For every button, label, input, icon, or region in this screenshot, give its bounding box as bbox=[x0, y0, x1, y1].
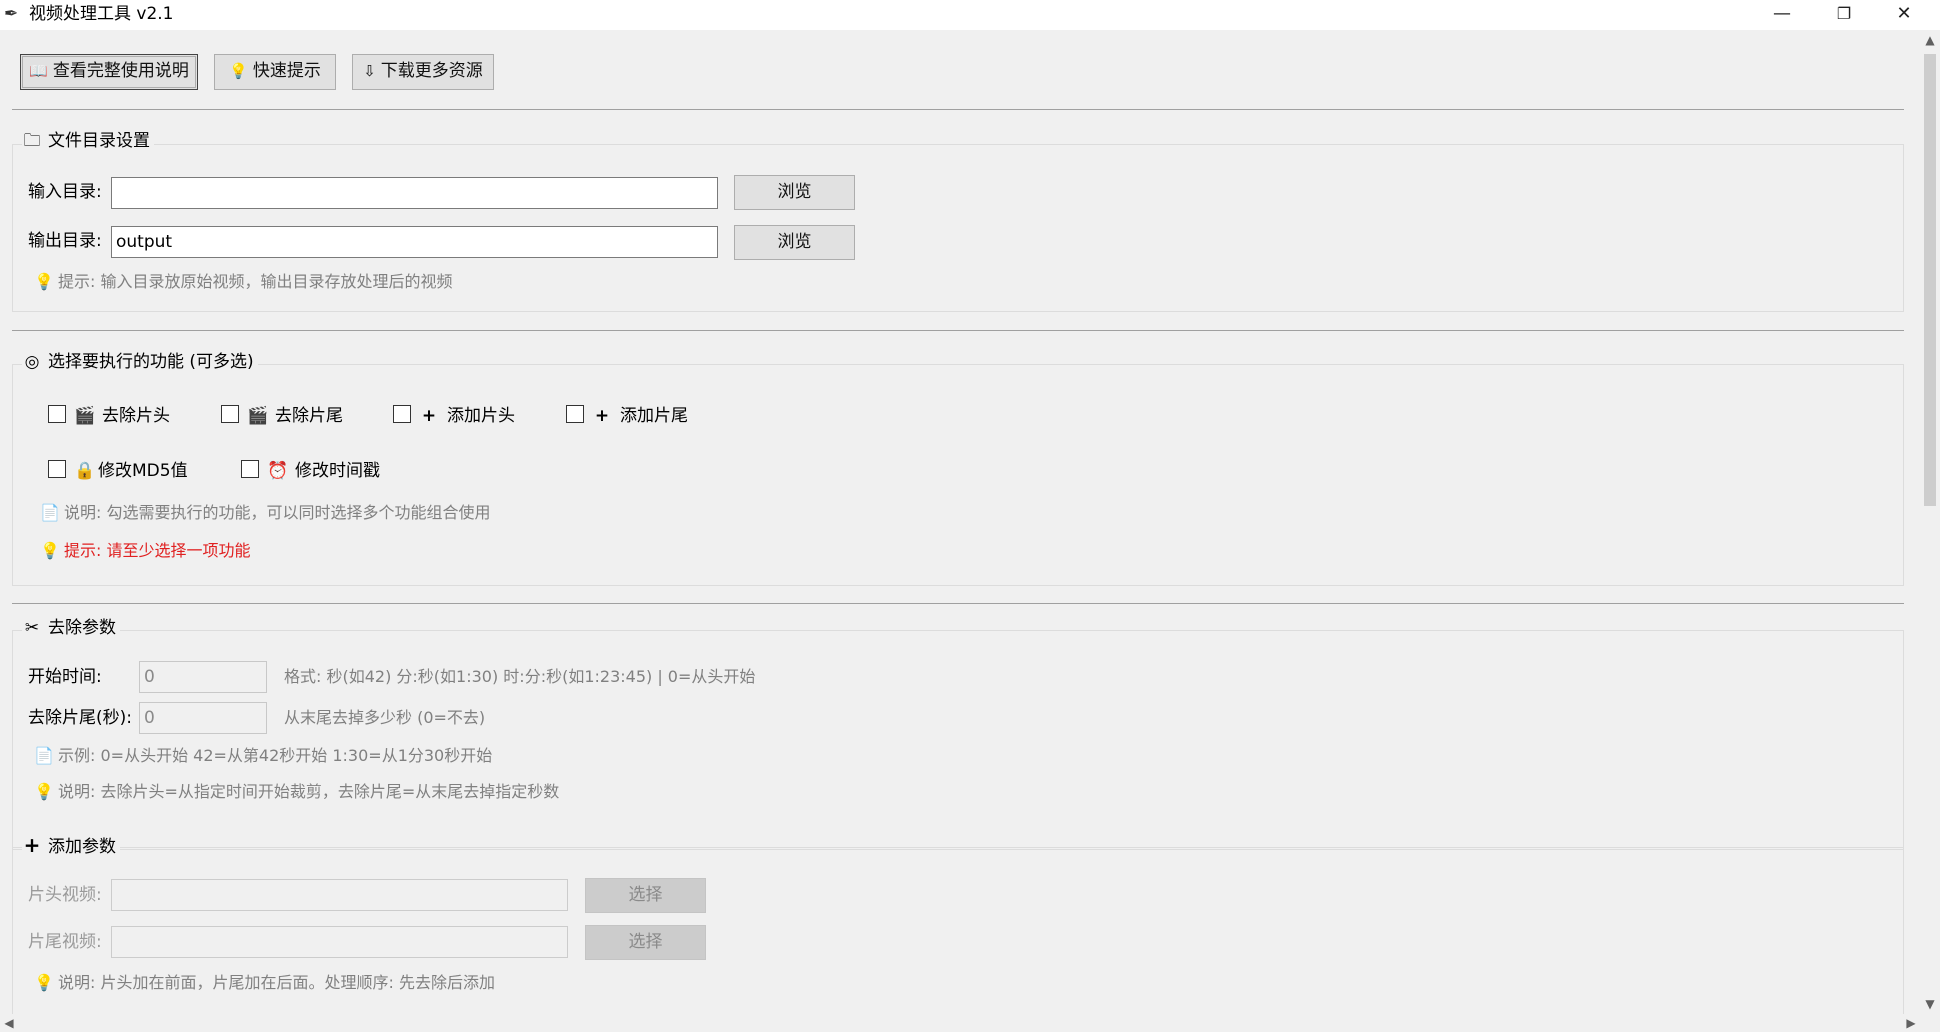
checkbox-box[interactable] bbox=[221, 405, 239, 423]
download-resources-button[interactable]: ⇩ 下载更多资源 bbox=[352, 54, 494, 90]
checkbox-label: 去除片头 bbox=[102, 406, 170, 426]
output-browse-button[interactable]: 浏览 bbox=[734, 225, 855, 260]
directories-hint: 💡 提示: 输入目录放原始视频，输出目录存放处理后的视频 bbox=[34, 271, 452, 293]
checkbox-modify-md5[interactable]: 🔒 修改MD5值 bbox=[48, 459, 188, 483]
clapperboard-icon: 🎬 bbox=[74, 406, 96, 426]
remove-note-text: 说明: 去除片头=从指定时间开始裁剪，去除片尾=从末尾去掉指定秒数 bbox=[58, 782, 560, 801]
plus-icon: + bbox=[23, 833, 41, 857]
manual-button[interactable]: 📖 查看完整使用说明 bbox=[20, 54, 198, 90]
remove-note: 💡 说明: 去除片头=从指定时间开始裁剪，去除片尾=从末尾去掉指定秒数 bbox=[34, 781, 559, 803]
scroll-left-icon[interactable]: ◀ bbox=[0, 1014, 18, 1032]
download-tray-icon: ⇩ bbox=[363, 62, 376, 80]
checkbox-label: 添加片尾 bbox=[620, 406, 688, 426]
quick-tips-button[interactable]: 💡 快速提示 bbox=[214, 54, 336, 90]
checkbox-label: 去除片尾 bbox=[275, 406, 343, 426]
window-title: 视频处理工具 v2.1 bbox=[29, 4, 174, 24]
scroll-down-icon[interactable]: ▼ bbox=[1920, 994, 1940, 1014]
close-button[interactable]: ✕ bbox=[1876, 0, 1932, 30]
functions-note-text: 说明: 勾选需要执行的功能，可以同时选择多个功能组合使用 bbox=[64, 503, 491, 522]
input-dir-field[interactable] bbox=[111, 177, 718, 209]
lightbulb-icon: 💡 bbox=[40, 541, 60, 560]
checkbox-remove-outro[interactable]: 🎬 去除片尾 bbox=[221, 404, 343, 428]
checkbox-modify-timestamp[interactable]: ⏰ 修改时间戳 bbox=[241, 459, 380, 483]
intro-video-field[interactable] bbox=[111, 879, 568, 911]
download-resources-label: 下载更多资源 bbox=[380, 61, 483, 81]
plus-icon: + bbox=[421, 406, 437, 426]
quick-tips-label: 快速提示 bbox=[252, 61, 321, 81]
lightbulb-icon: 💡 bbox=[34, 782, 54, 801]
start-time-format: 格式: 秒(如42) 分:秒(如1:30) 时:分:秒(如1:23:45) | … bbox=[284, 667, 756, 686]
scroll-up-icon[interactable]: ▲ bbox=[1920, 30, 1940, 50]
separator bbox=[12, 109, 1904, 110]
checkbox-box[interactable] bbox=[393, 405, 411, 423]
directories-hint-text: 提示: 输入目录放原始视频，输出目录存放处理后的视频 bbox=[58, 272, 453, 291]
add-params-title: + 添加参数 bbox=[22, 834, 120, 858]
functions-warning-text: 提示: 请至少选择一项功能 bbox=[64, 541, 251, 560]
output-dir-label: 输出目录: bbox=[28, 231, 102, 251]
main-content: 📖 查看完整使用说明 💡 快速提示 ⇩ 下载更多资源 🗀 文件目录设置 输入目录: 浏览… bbox=[0, 30, 1920, 1027]
book-icon: 📖 bbox=[29, 62, 48, 80]
intro-select-button[interactable]: 选择 bbox=[585, 878, 706, 913]
scroll-thumb[interactable] bbox=[1924, 54, 1936, 506]
checkbox-remove-intro[interactable]: 🎬 去除片头 bbox=[48, 404, 170, 428]
outro-select-button[interactable]: 选择 bbox=[585, 925, 706, 960]
directories-title-text: 文件目录设置 bbox=[48, 131, 150, 151]
alarm-clock-icon: ⏰ bbox=[267, 461, 289, 481]
feather-icon: ✒ bbox=[4, 4, 19, 24]
directories-title: 🗀 文件目录设置 bbox=[22, 130, 154, 152]
add-note: 💡 说明: 片头加在前面，片尾加在后面。处理顺序: 先去除后添加 bbox=[34, 972, 495, 994]
outro-video-field[interactable] bbox=[111, 926, 568, 958]
add-params-title-text: 添加参数 bbox=[48, 837, 116, 857]
remove-example: 📄 示例: 0=从头开始 42=从第42秒开始 1:30=从1分30秒开始 bbox=[34, 745, 492, 767]
outro-video-label: 片尾视频: bbox=[28, 932, 102, 952]
functions-warning: 💡 提示: 请至少选择一项功能 bbox=[40, 540, 250, 562]
lock-icon: 🔒 bbox=[74, 461, 96, 481]
remove-example-text: 示例: 0=从头开始 42=从第42秒开始 1:30=从1分30秒开始 bbox=[58, 746, 493, 765]
start-time-field[interactable]: 0 bbox=[139, 661, 267, 693]
checkbox-box[interactable] bbox=[48, 460, 66, 478]
functions-title: ◎ 选择要执行的功能 (可多选) bbox=[22, 351, 258, 373]
minimize-button[interactable]: — bbox=[1754, 0, 1810, 30]
lightbulb-icon: 💡 bbox=[229, 62, 248, 80]
checkbox-box[interactable] bbox=[241, 460, 259, 478]
lightbulb-icon: 💡 bbox=[34, 272, 54, 291]
lightbulb-icon: 💡 bbox=[34, 973, 54, 992]
checkbox-add-outro[interactable]: + 添加片尾 bbox=[566, 404, 688, 428]
separator bbox=[12, 603, 1904, 604]
vertical-scrollbar[interactable]: ▲ ▼ bbox=[1920, 30, 1940, 1014]
title-bar: ✒ 视频处理工具 v2.1 — ❐ ✕ bbox=[0, 0, 1940, 30]
remove-params-title: ✂ 去除参数 bbox=[22, 617, 120, 639]
manual-button-label: 查看完整使用说明 bbox=[52, 61, 189, 81]
horizontal-scrollbar[interactable]: ◀ ▶ bbox=[0, 1014, 1920, 1032]
checkbox-add-intro[interactable]: + 添加片头 bbox=[393, 404, 515, 428]
input-dir-label: 输入目录: bbox=[28, 182, 102, 202]
checkbox-box[interactable] bbox=[48, 405, 66, 423]
functions-note: 📄 说明: 勾选需要执行的功能，可以同时选择多个功能组合使用 bbox=[40, 502, 490, 524]
remove-params-group bbox=[12, 630, 1904, 850]
remove-params-title-text: 去除参数 bbox=[48, 618, 116, 638]
folder-icon: 🗀 bbox=[23, 131, 41, 151]
functions-title-text: 选择要执行的功能 (可多选) bbox=[48, 352, 254, 372]
separator bbox=[12, 330, 1904, 331]
memo-icon: 📄 bbox=[40, 503, 60, 522]
tail-seconds-field[interactable]: 0 bbox=[139, 702, 267, 734]
add-note-text: 说明: 片头加在前面，片尾加在后面。处理顺序: 先去除后添加 bbox=[58, 973, 495, 992]
scroll-right-icon[interactable]: ▶ bbox=[1902, 1014, 1920, 1032]
plus-icon: + bbox=[594, 406, 610, 426]
scissors-icon: ✂ bbox=[24, 618, 40, 638]
checkbox-label: 修改MD5值 bbox=[98, 461, 188, 481]
tail-seconds-hint: 从末尾去掉多少秒 (0=不去) bbox=[284, 708, 486, 727]
output-dir-field[interactable]: output bbox=[111, 226, 718, 258]
clapperboard-icon: 🎬 bbox=[247, 406, 269, 426]
checkbox-box[interactable] bbox=[566, 405, 584, 423]
intro-video-label: 片头视频: bbox=[28, 885, 102, 905]
input-browse-button[interactable]: 浏览 bbox=[734, 175, 855, 210]
memo-icon: 📄 bbox=[34, 746, 54, 765]
checkbox-label: 添加片头 bbox=[447, 406, 515, 426]
restore-button[interactable]: ❐ bbox=[1816, 0, 1872, 30]
target-icon: ◎ bbox=[24, 352, 40, 372]
start-time-label: 开始时间: bbox=[28, 667, 102, 687]
tail-seconds-label: 去除片尾(秒): bbox=[28, 708, 132, 728]
checkbox-label: 修改时间戳 bbox=[295, 461, 380, 481]
